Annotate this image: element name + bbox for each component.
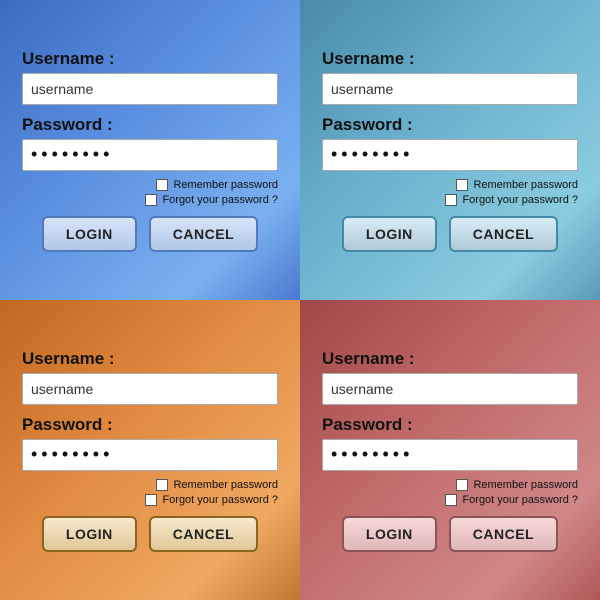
username-input[interactable] (322, 373, 578, 405)
remember-checkbox[interactable] (456, 179, 468, 191)
login-button[interactable]: LOGIN (342, 516, 437, 552)
checkboxes: Remember password Forgot your password ? (322, 479, 578, 506)
button-group: LOGIN CANCEL (22, 216, 278, 252)
remember-label: Remember password (173, 479, 278, 491)
remember-checkbox[interactable] (156, 179, 168, 191)
remember-row: Remember password (456, 179, 578, 191)
checkboxes: Remember password Forgot your password ? (322, 179, 578, 206)
login-button[interactable]: LOGIN (42, 516, 137, 552)
password-label: Password : (322, 115, 578, 135)
password-dots: •••••••• (322, 439, 578, 471)
forgot-checkbox[interactable] (145, 194, 157, 206)
password-dots: •••••••• (22, 139, 278, 171)
remember-row: Remember password (156, 479, 278, 491)
username-input[interactable] (22, 73, 278, 105)
username-input[interactable] (22, 373, 278, 405)
username-label: Username : (22, 49, 278, 69)
cancel-button[interactable]: CANCEL (449, 216, 558, 252)
cancel-button[interactable]: CANCEL (149, 516, 258, 552)
forgot-row: Forgot your password ? (445, 194, 578, 206)
remember-checkbox[interactable] (456, 479, 468, 491)
forgot-checkbox[interactable] (445, 194, 457, 206)
login-panel-blue: Username : Password : •••••••• Remember … (0, 0, 300, 300)
remember-label: Remember password (473, 179, 578, 191)
forgot-label: Forgot your password ? (462, 494, 578, 506)
button-group: LOGIN CANCEL (322, 516, 578, 552)
checkboxes: Remember password Forgot your password ? (22, 479, 278, 506)
password-dots: •••••••• (22, 439, 278, 471)
button-group: LOGIN CANCEL (22, 516, 278, 552)
button-group: LOGIN CANCEL (322, 216, 578, 252)
remember-row: Remember password (156, 179, 278, 191)
username-label: Username : (322, 49, 578, 69)
forgot-checkbox[interactable] (145, 494, 157, 506)
forgot-label: Forgot your password ? (162, 194, 278, 206)
username-label: Username : (22, 349, 278, 369)
remember-row: Remember password (456, 479, 578, 491)
cancel-button[interactable]: CANCEL (149, 216, 258, 252)
login-panel-orange: Username : Password : •••••••• Remember … (0, 300, 300, 600)
login-panel-teal: Username : Password : •••••••• Remember … (300, 0, 600, 300)
login-panel-rose: Username : Password : •••••••• Remember … (300, 300, 600, 600)
forgot-label: Forgot your password ? (162, 494, 278, 506)
remember-checkbox[interactable] (156, 479, 168, 491)
forgot-row: Forgot your password ? (145, 494, 278, 506)
forgot-label: Forgot your password ? (462, 194, 578, 206)
forgot-checkbox[interactable] (445, 494, 457, 506)
login-button[interactable]: LOGIN (42, 216, 137, 252)
remember-label: Remember password (173, 179, 278, 191)
checkboxes: Remember password Forgot your password ? (22, 179, 278, 206)
cancel-button[interactable]: CANCEL (449, 516, 558, 552)
username-label: Username : (322, 349, 578, 369)
remember-label: Remember password (473, 479, 578, 491)
username-input[interactable] (322, 73, 578, 105)
forgot-row: Forgot your password ? (145, 194, 278, 206)
password-dots: •••••••• (322, 139, 578, 171)
password-label: Password : (322, 415, 578, 435)
password-label: Password : (22, 415, 278, 435)
password-label: Password : (22, 115, 278, 135)
login-button[interactable]: LOGIN (342, 216, 437, 252)
forgot-row: Forgot your password ? (445, 494, 578, 506)
